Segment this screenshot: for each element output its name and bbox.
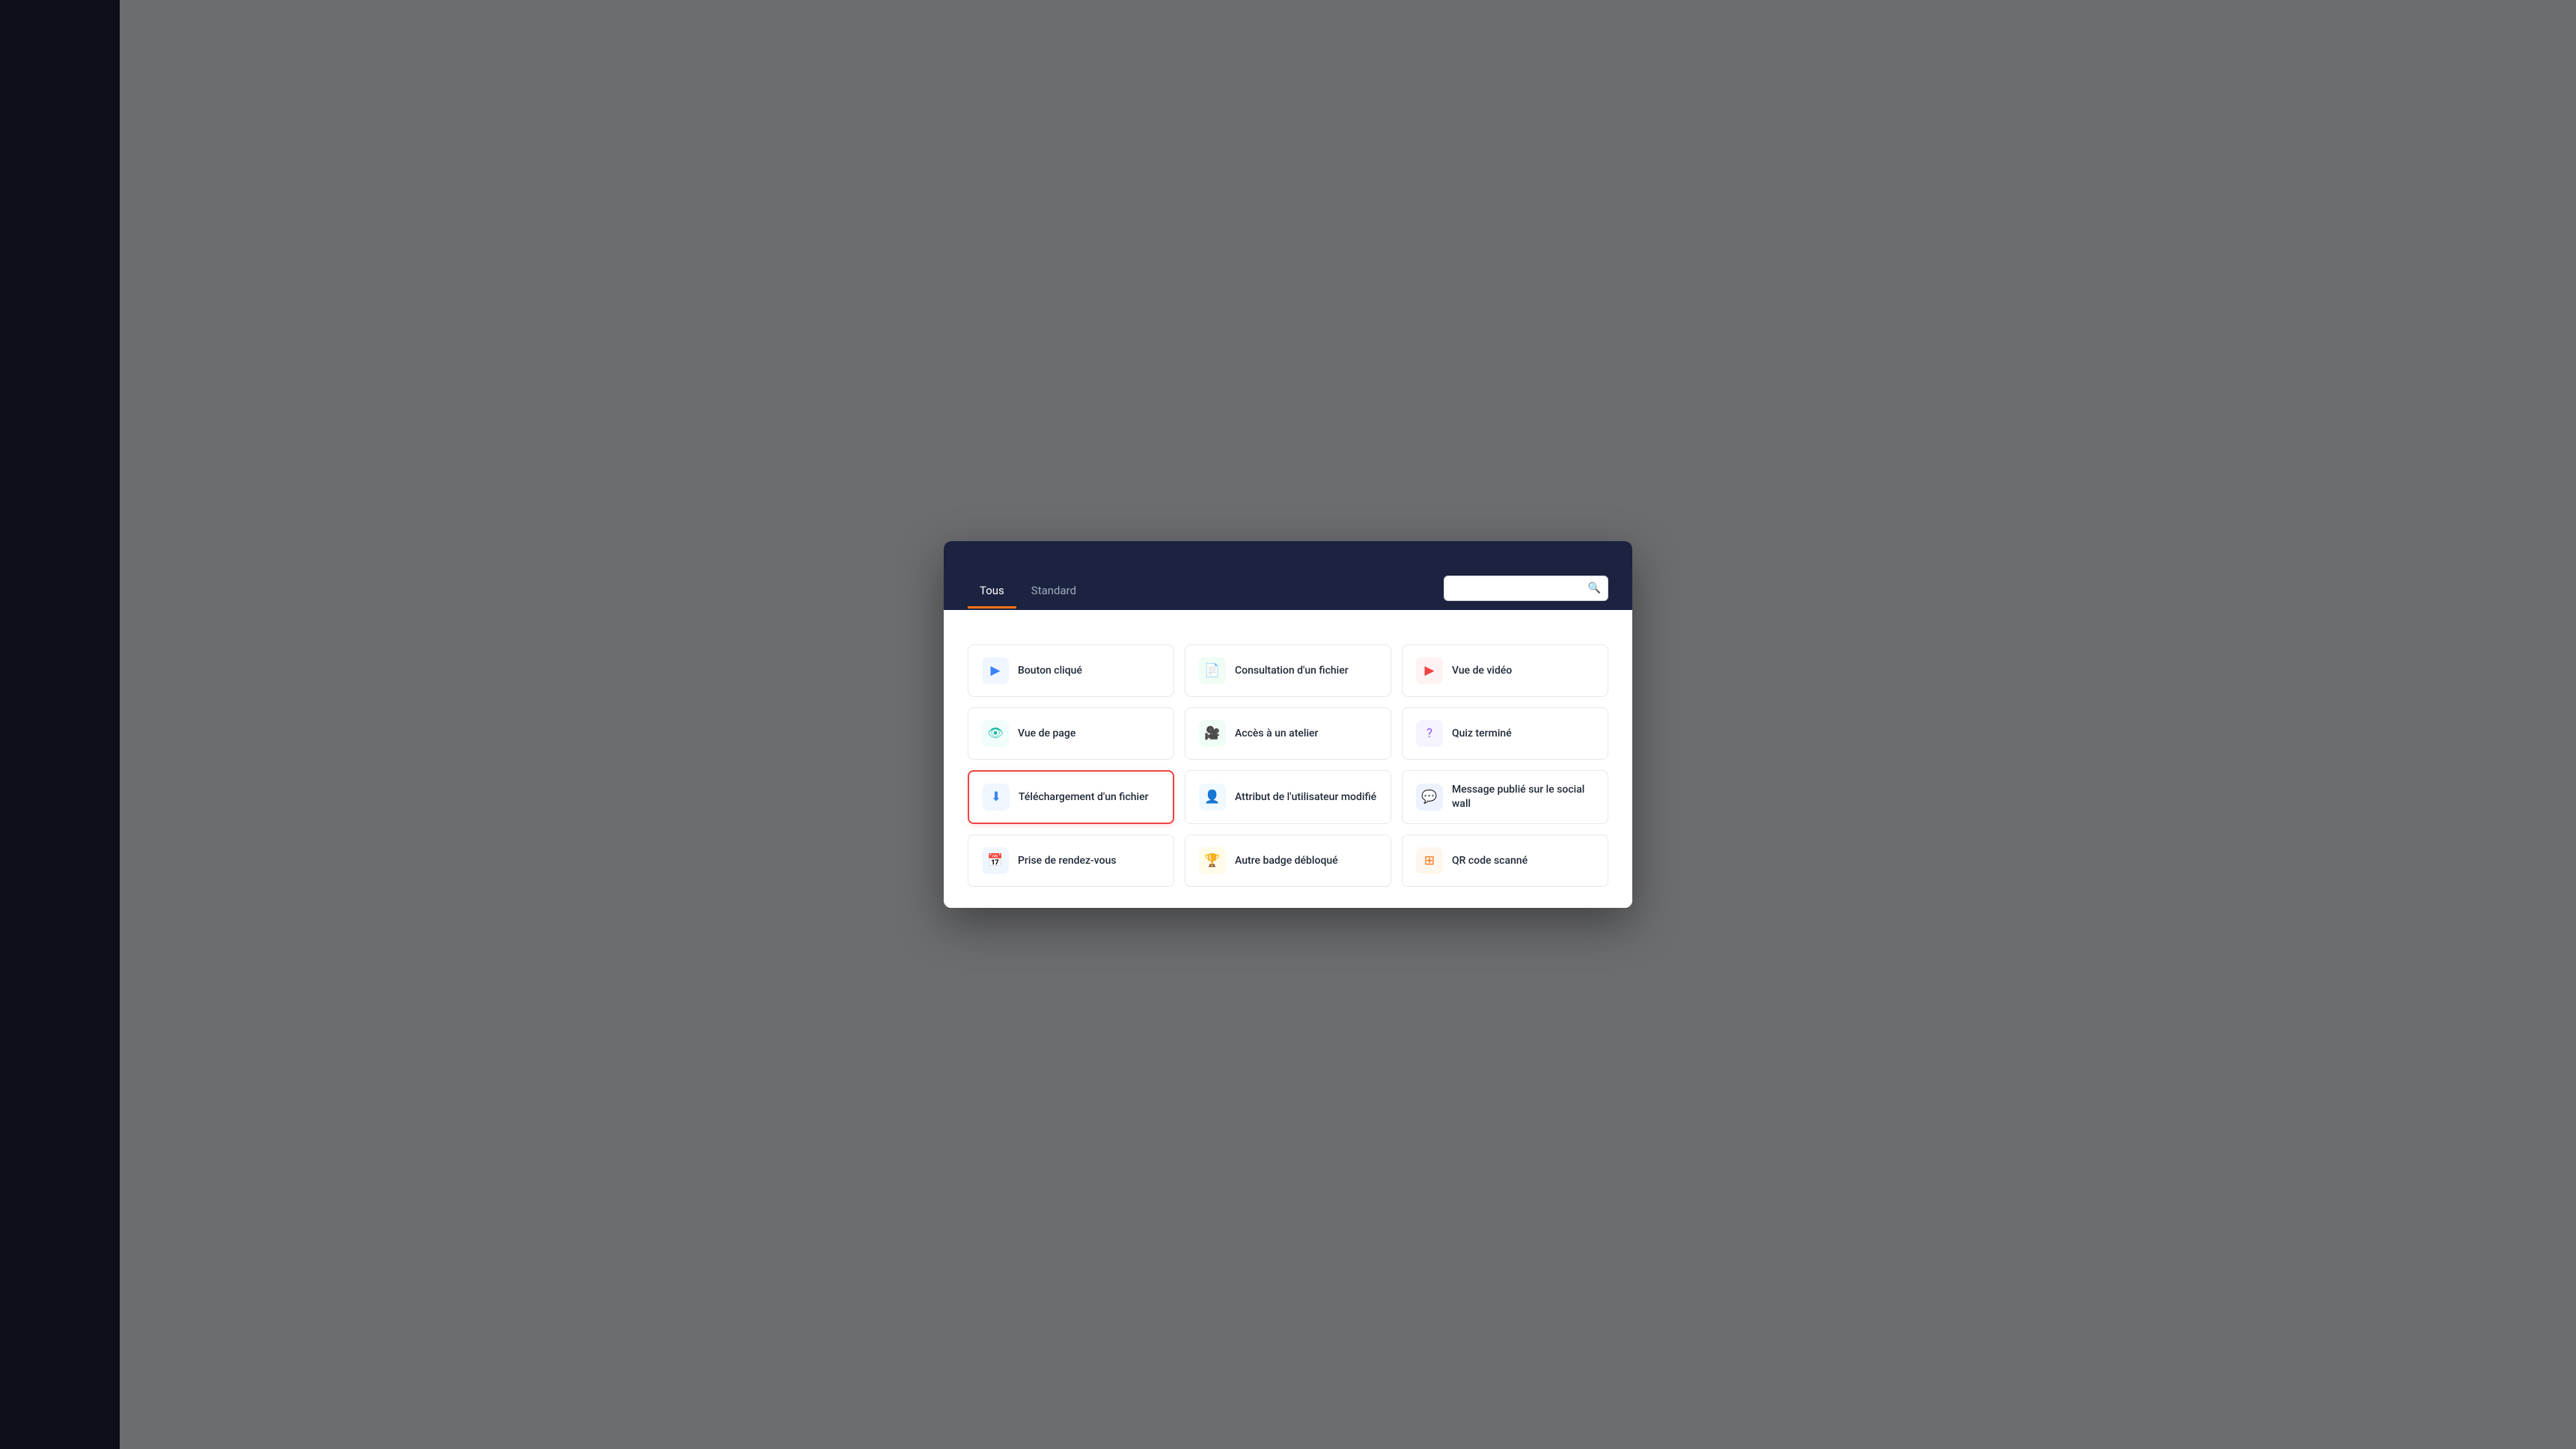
card-label-attribut-utilisateur: Attribut de l'utilisateur modifié (1235, 790, 1376, 805)
search-wrapper: 🔍 (1444, 576, 1608, 601)
card-label-quiz-termine: Quiz terminé (1452, 727, 1512, 741)
modal-body: ▶ Bouton cliqué 📄 Consultation d'un fichier… (944, 610, 1632, 908)
modal-overlay: Tous Standard 🔍 ▶ Bouton cliqué 📄 Consultat… (0, 0, 2576, 1449)
modal-header: Tous Standard 🔍 (944, 541, 1632, 610)
card-label-vue-page: Vue de page (1018, 727, 1075, 741)
tab-standard[interactable]: Standard (1019, 578, 1088, 608)
card-label-vue-video: Vue de vidéo (1452, 664, 1512, 678)
type-card-consultation-fichier[interactable]: 📄 Consultation d'un fichier (1185, 644, 1391, 697)
tabs-search-row: Tous Standard 🔍 (968, 576, 1608, 610)
card-label-telechargement-fichier: Téléchargement d'un fichier (1019, 790, 1149, 805)
card-icon-prise-rendez-vous: 📅 (982, 847, 1009, 874)
type-card-attribut-utilisateur[interactable]: 👤 Attribut de l'utilisateur modifié (1185, 770, 1391, 824)
card-label-message-social: Message publié sur le social wall (1452, 783, 1594, 811)
card-icon-consultation-fichier: 📄 (1199, 657, 1226, 684)
card-label-consultation-fichier: Consultation d'un fichier (1235, 664, 1349, 678)
card-icon-telechargement-fichier: ⬇ (983, 784, 1010, 811)
card-label-qr-code: QR code scanné (1452, 854, 1527, 868)
tab-tous[interactable]: Tous (968, 578, 1016, 608)
card-icon-vue-page: 👁 (982, 720, 1009, 747)
card-icon-vue-video: ▶ (1416, 657, 1443, 684)
card-icon-bouton-clique: ▶ (982, 657, 1009, 684)
search-input[interactable] (1444, 576, 1608, 601)
card-label-prise-rendez-vous: Prise de rendez-vous (1018, 854, 1117, 868)
items-grid: ▶ Bouton cliqué 📄 Consultation d'un fichier… (968, 644, 1608, 887)
type-card-vue-page[interactable]: 👁 Vue de page (968, 707, 1174, 760)
card-icon-message-social: 💬 (1416, 784, 1443, 811)
type-card-bouton-clique[interactable]: ▶ Bouton cliqué (968, 644, 1174, 697)
card-label-bouton-clique: Bouton cliqué (1018, 664, 1082, 678)
type-card-vue-video[interactable]: ▶ Vue de vidéo (1402, 644, 1608, 697)
card-icon-quiz-termine: ? (1416, 720, 1443, 747)
modal: Tous Standard 🔍 ▶ Bouton cliqué 📄 Consultat… (944, 541, 1632, 908)
type-card-prise-rendez-vous[interactable]: 📅 Prise de rendez-vous (968, 835, 1174, 887)
type-card-acces-atelier[interactable]: 🎥 Accès à un atelier (1185, 707, 1391, 760)
type-card-message-social[interactable]: 💬 Message publié sur le social wall (1402, 770, 1608, 824)
type-card-qr-code[interactable]: ⊞ QR code scanné (1402, 835, 1608, 887)
card-icon-attribut-utilisateur: 👤 (1199, 784, 1226, 811)
card-label-autre-badge: Autre badge débloqué (1235, 854, 1338, 868)
card-label-acces-atelier: Accès à un atelier (1235, 727, 1318, 741)
card-icon-qr-code: ⊞ (1416, 847, 1443, 874)
card-icon-acces-atelier: 🎥 (1199, 720, 1226, 747)
tab-list: Tous Standard (968, 578, 1088, 608)
type-card-autre-badge[interactable]: 🏆 Autre badge débloqué (1185, 835, 1391, 887)
type-card-quiz-termine[interactable]: ? Quiz terminé (1402, 707, 1608, 760)
card-icon-autre-badge: 🏆 (1199, 847, 1226, 874)
type-card-telechargement-fichier[interactable]: ⬇ Téléchargement d'un fichier (968, 770, 1174, 824)
